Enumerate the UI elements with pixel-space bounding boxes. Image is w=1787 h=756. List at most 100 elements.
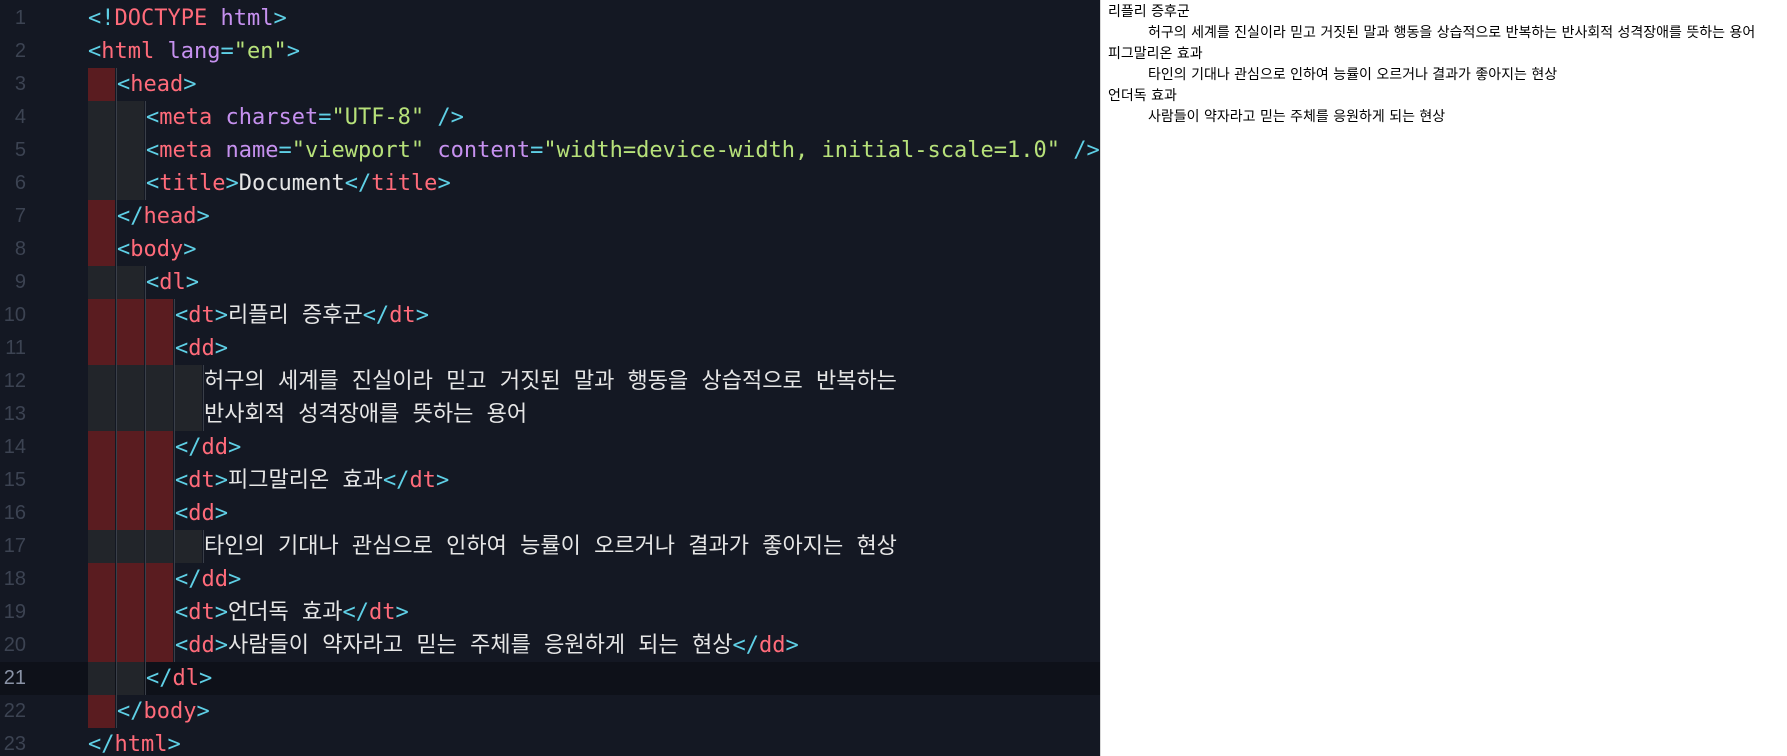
indent-guide — [146, 431, 173, 464]
code-line[interactable]: 20 <dd>사람들이 약자라고 믿는 주체를 응원하게 되는 현상</dd> — [0, 629, 1100, 662]
code-line[interactable]: 6 <title>Document</title> — [0, 167, 1100, 200]
code-line[interactable]: 11 <dd> — [0, 332, 1100, 365]
code-token: 허구의 세계를 진실이라 믿고 거짓된 말과 행동을 상습적으로 반복하는 — [204, 369, 897, 394]
code-line[interactable]: 15 <dt>피그말리온 효과</dt> — [0, 464, 1100, 497]
code-token: > — [214, 336, 228, 361]
code-token: = — [220, 39, 234, 64]
indent-guide — [146, 596, 173, 629]
code-token: </ — [382, 468, 410, 493]
indent-guide — [175, 365, 202, 398]
line-number: 15 — [3, 469, 26, 491]
line-number: 16 — [3, 502, 26, 524]
line-number: 7 — [14, 205, 26, 227]
code-token: </ — [732, 633, 760, 658]
code-text: <title>Document</title> — [146, 167, 451, 200]
indent-guide — [117, 530, 144, 563]
code-line[interactable]: 22 </body> — [0, 695, 1100, 728]
line-number: 4 — [14, 106, 26, 128]
line-number: 14 — [3, 436, 26, 458]
code-text: <dt>리플리 증후군</dt> — [175, 299, 429, 332]
code-token: > — [214, 468, 228, 493]
indent-guide — [88, 200, 115, 233]
browser-preview: 리플리 증후군 허구의 세계를 진실이라 믿고 거짓된 말과 행동을 상습적으로 … — [1100, 0, 1787, 756]
code-token: > — [185, 270, 199, 295]
code-text: <body> — [117, 233, 196, 266]
code-text: 허구의 세계를 진실이라 믿고 거짓된 말과 행동을 상습적으로 반복하는 — [204, 365, 897, 398]
code-token: 피그말리온 효과 — [228, 468, 383, 493]
code-token: dl — [172, 666, 200, 691]
code-line[interactable]: 18 </dd> — [0, 563, 1100, 596]
code-line[interactable]: 19 <dt>언더독 효과</dt> — [0, 596, 1100, 629]
indent-guide — [88, 629, 115, 662]
code-line[interactable]: 8 <body> — [0, 233, 1100, 266]
code-token: "width=device-width, initial-scale=1.0" — [543, 138, 1060, 163]
code-line[interactable]: 2 <html lang="en"> — [0, 35, 1100, 68]
code-token: > — [415, 303, 429, 328]
code-token: > — [225, 171, 239, 196]
code-token: dd — [188, 501, 215, 526]
indent-guide — [146, 299, 173, 332]
code-line[interactable]: 3 <head> — [0, 68, 1100, 101]
line-number: 17 — [3, 535, 26, 557]
indent-guide — [117, 629, 144, 662]
code-token: </ — [362, 303, 390, 328]
indent-guide — [88, 497, 115, 530]
code-token: > — [286, 39, 300, 64]
code-line[interactable]: 14 </dd> — [0, 431, 1100, 464]
code-token: html — [207, 6, 274, 31]
indent-guide — [88, 167, 115, 200]
code-line[interactable]: 21 </dl> — [0, 662, 1100, 695]
code-token: < — [146, 171, 160, 196]
code-token: < — [117, 72, 131, 97]
code-token: 반사회적 성격장애를 뜻하는 용어 — [204, 402, 528, 427]
indent-guide — [88, 695, 115, 728]
code-token: </ — [117, 204, 144, 229]
indent-guide — [88, 431, 115, 464]
code-token: dd — [188, 633, 215, 658]
code-text: 반사회적 성격장애를 뜻하는 용어 — [204, 398, 527, 431]
code-line[interactable]: 5 <meta name="viewport" content="width=de… — [0, 134, 1100, 167]
code-text: <dd> — [175, 332, 228, 365]
indent-guide — [175, 530, 202, 563]
code-line[interactable]: 4 <meta charset="UTF-8" /> — [0, 101, 1100, 134]
code-token: dt — [188, 468, 215, 493]
code-line[interactable]: 17 타인의 기대나 관심으로 인하여 능률이 오르거나 결과가 좋아지는 현상 — [0, 530, 1100, 563]
code-line[interactable]: 16 <dd> — [0, 497, 1100, 530]
code-text: <meta name="viewport" content="width=dev… — [146, 134, 1100, 167]
code-token: > — [228, 435, 242, 460]
code-token: < — [117, 237, 131, 262]
indent-guide — [117, 431, 144, 464]
code-token: "en" — [233, 39, 287, 64]
code-text: </dd> — [175, 563, 241, 596]
code-token: html — [101, 39, 155, 64]
code-token: </ — [117, 699, 144, 724]
code-line[interactable]: 12 허구의 세계를 진실이라 믿고 거짓된 말과 행동을 상습적으로 반복하는 — [0, 365, 1100, 398]
code-token: head — [130, 72, 184, 97]
indent-guide — [146, 497, 173, 530]
indent-guide — [117, 365, 144, 398]
line-number: 10 — [3, 304, 26, 326]
code-line[interactable]: 10 <dt>리플리 증후군</dt> — [0, 299, 1100, 332]
code-token: head — [143, 204, 197, 229]
app-root: 1 <!DOCTYPE html> 2 <html lang="en"> 3 <head>… — [0, 0, 1787, 756]
code-text: <dt>피그말리온 효과</dt> — [175, 464, 449, 497]
code-token: > — [395, 600, 409, 625]
line-number: 23 — [3, 733, 26, 755]
code-token: dt — [188, 303, 215, 328]
code-token: > — [785, 633, 799, 658]
code-line[interactable]: 13 반사회적 성격장애를 뜻하는 용어 — [0, 398, 1100, 431]
code-line[interactable]: 9 <dl> — [0, 266, 1100, 299]
code-token: < — [88, 39, 102, 64]
indent-guide — [117, 266, 144, 299]
code-line[interactable]: 1 <!DOCTYPE html> — [0, 2, 1100, 35]
indent-guide — [117, 167, 144, 200]
code-token: </ — [175, 435, 202, 460]
code-editor[interactable]: 1 <!DOCTYPE html> 2 <html lang="en"> 3 <head>… — [0, 0, 1100, 756]
code-line[interactable]: 7 </head> — [0, 200, 1100, 233]
code-token: > — [214, 600, 228, 625]
line-number: 2 — [14, 40, 26, 62]
code-token: 리플리 증후군 — [228, 303, 363, 328]
indent-guide — [117, 563, 144, 596]
code-line[interactable]: 23 </html> — [0, 728, 1100, 756]
code-token: 언더독 효과 — [228, 600, 343, 625]
